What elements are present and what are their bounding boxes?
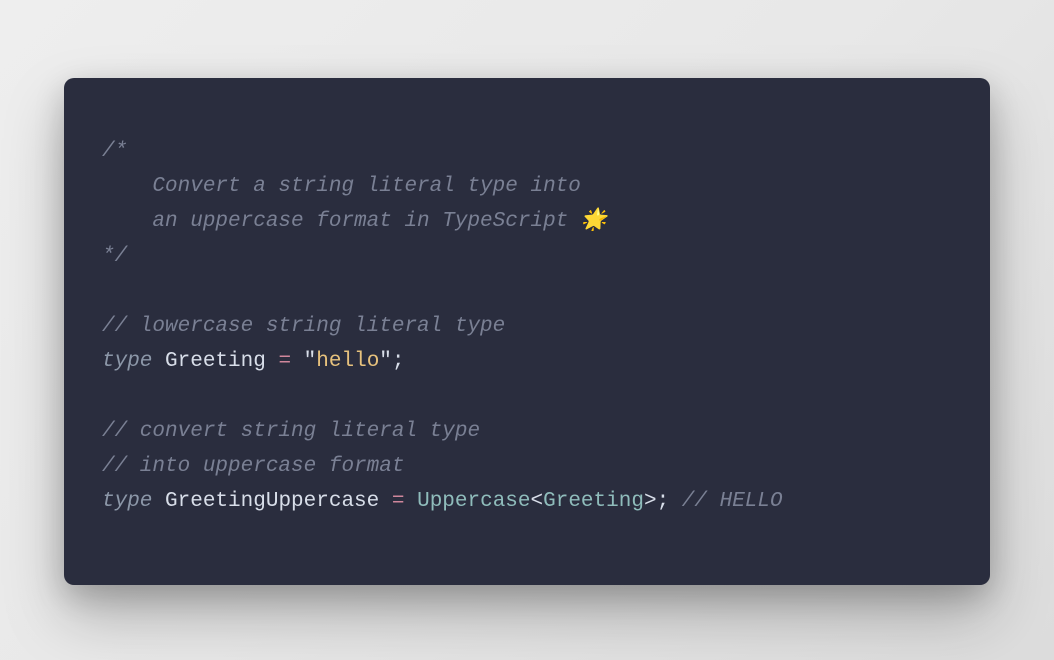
type-declaration-line: type Greeting = "hello";: [102, 344, 952, 379]
keyword-type: type: [102, 350, 152, 373]
angle-close: >: [644, 490, 657, 513]
type-identifier: Greeting: [165, 350, 266, 373]
blank-line: [102, 274, 952, 309]
trailing-comment: // HELLO: [682, 490, 783, 513]
comment-line: // convert string literal type: [102, 414, 952, 449]
quote: ": [379, 350, 392, 373]
comment-text: // into uppercase format: [102, 455, 404, 478]
equals-operator: =: [379, 490, 417, 513]
comment-text: // lowercase string literal type: [102, 315, 505, 338]
utility-type: Uppercase: [417, 490, 530, 513]
angle-open: <: [531, 490, 544, 513]
comment-block-line: an uppercase format in TypeScript 🌟: [102, 204, 952, 239]
comment-text: */: [102, 245, 127, 268]
blank-line: [102, 379, 952, 414]
type-identifier: GreetingUppercase: [165, 490, 379, 513]
comment-line: // into uppercase format: [102, 449, 952, 484]
comment-text: // convert string literal type: [102, 420, 480, 443]
keyword-type: type: [102, 490, 152, 513]
comment-line: // lowercase string literal type: [102, 309, 952, 344]
comment-block-close: */: [102, 239, 952, 274]
code-snippet-card: /* Convert a string literal type into an…: [64, 78, 990, 585]
semicolon: ;: [392, 350, 405, 373]
semicolon: ;: [657, 490, 670, 513]
comment-text: an uppercase format in TypeScript 🌟: [102, 210, 607, 233]
comment-block-open: /*: [102, 134, 952, 169]
comment-text: /*: [102, 140, 127, 163]
type-declaration-line: type GreetingUppercase = Uppercase<Greet…: [102, 484, 952, 519]
comment-text: Convert a string literal type into: [102, 175, 581, 198]
comment-block-line: Convert a string literal type into: [102, 169, 952, 204]
equals-operator: =: [266, 350, 304, 373]
quote: ": [304, 350, 317, 373]
generic-argument: Greeting: [543, 490, 644, 513]
string-literal: hello: [316, 350, 379, 373]
